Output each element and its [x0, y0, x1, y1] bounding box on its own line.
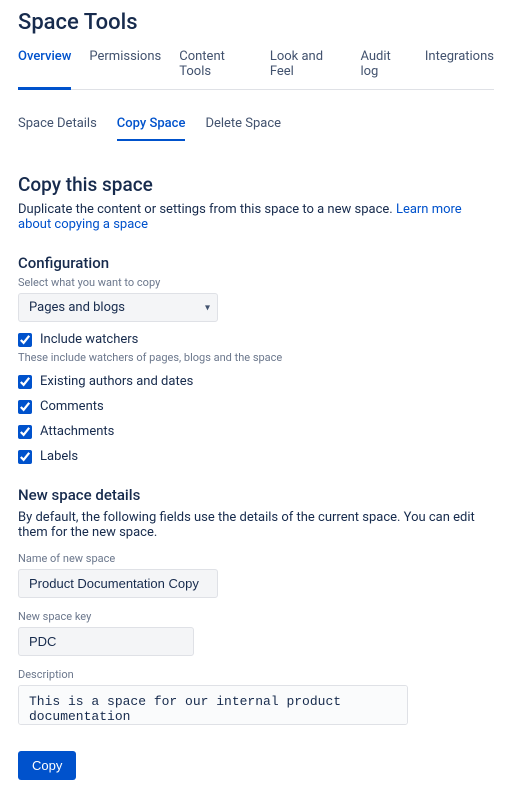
include-watchers-checkbox[interactable] — [18, 333, 32, 347]
comments-row[interactable]: Comments — [18, 399, 494, 414]
key-label: New space key — [18, 610, 494, 623]
main-tabs: Overview Permissions Content Tools Look … — [18, 43, 494, 90]
config-helper: Select what you want to copy — [18, 276, 494, 289]
name-input[interactable] — [18, 569, 218, 598]
include-watchers-row[interactable]: Include watchers — [18, 332, 494, 347]
key-input[interactable] — [18, 627, 194, 656]
attachments-checkbox[interactable] — [18, 425, 32, 439]
comments-checkbox[interactable] — [18, 400, 32, 414]
tab-look-and-feel[interactable]: Look and Feel — [270, 43, 343, 89]
new-space-title: New space details — [18, 486, 494, 504]
sub-tabs: Space Details Copy Space Delete Space — [18, 112, 494, 145]
tab-content-tools[interactable]: Content Tools — [179, 43, 252, 89]
tab-integrations[interactable]: Integrations — [425, 43, 494, 89]
tab-overview[interactable]: Overview — [18, 43, 71, 90]
authors-row[interactable]: Existing authors and dates — [18, 374, 494, 389]
desc-textarea[interactable] — [18, 685, 408, 725]
name-label: Name of new space — [18, 552, 494, 565]
copy-heading: Copy this space — [18, 173, 494, 196]
authors-checkbox[interactable] — [18, 375, 32, 389]
copy-button[interactable]: Copy — [18, 751, 76, 780]
new-space-desc: By default, the following fields use the… — [18, 510, 494, 540]
watchers-helper: These include watchers of pages, blogs a… — [18, 351, 494, 364]
subtab-space-details[interactable]: Space Details — [18, 112, 97, 141]
attachments-row[interactable]: Attachments — [18, 424, 494, 439]
page-title: Space Tools — [18, 10, 494, 35]
labels-checkbox[interactable] — [18, 450, 32, 464]
tab-permissions[interactable]: Permissions — [89, 43, 161, 89]
copy-desc: Duplicate the content or settings from t… — [18, 202, 494, 232]
copy-select[interactable]: Pages and blogs — [18, 293, 218, 322]
subtab-copy-space[interactable]: Copy Space — [117, 112, 186, 141]
labels-row[interactable]: Labels — [18, 449, 494, 464]
tab-audit-log[interactable]: Audit log — [360, 43, 406, 89]
subtab-delete-space[interactable]: Delete Space — [205, 112, 281, 141]
config-title: Configuration — [18, 254, 494, 272]
